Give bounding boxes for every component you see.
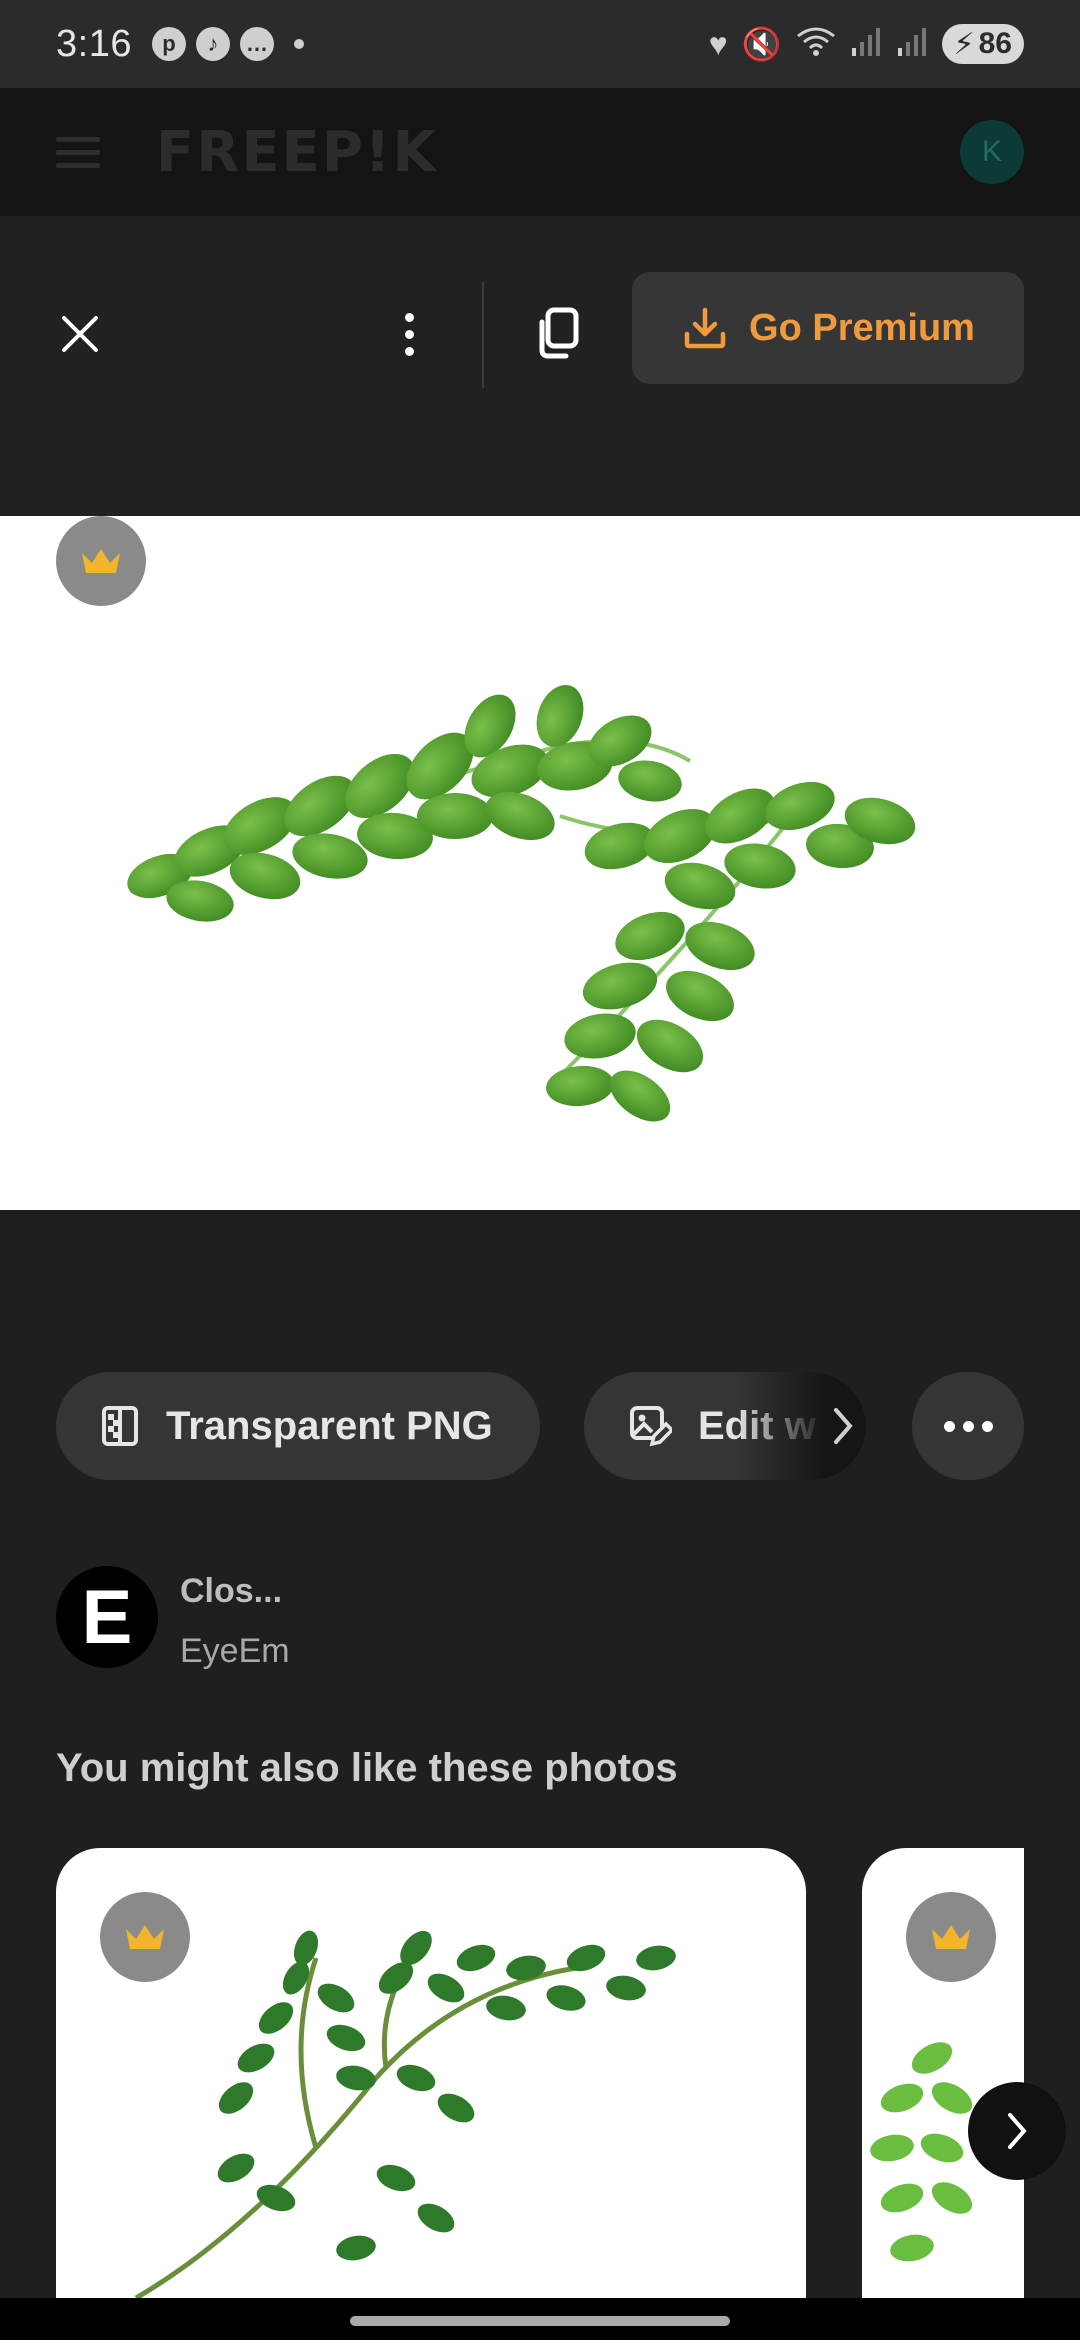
transparent-png-icon (102, 1406, 138, 1446)
crown-icon (932, 1925, 970, 1949)
main-photo[interactable] (0, 516, 1080, 1210)
chips-scroll-fade (736, 1372, 866, 1480)
status-bar: 3:16 p ♪ … ♥ 🔇 ⚡ 86 (0, 0, 1080, 88)
crown-icon (82, 549, 120, 573)
premium-badge (56, 516, 146, 606)
notification-icons: p ♪ … (151, 27, 304, 61)
chevron-right-icon[interactable] (830, 1406, 856, 1446)
chevron-right-icon (1008, 2113, 1027, 2149)
go-premium-button[interactable]: Go Premium (632, 272, 1024, 384)
related-photos-heading: You might also like these photos (56, 1746, 678, 1790)
close-button[interactable] (52, 306, 108, 362)
transparent-png-label: Transparent PNG (166, 1403, 493, 1448)
menu-icon[interactable] (56, 136, 100, 168)
mute-icon: 🔇 (741, 26, 782, 62)
author-name[interactable]: EyeEm (180, 1632, 290, 1671)
photo-title: Clos... (180, 1572, 283, 1610)
battery-indicator: ⚡ 86 (941, 24, 1024, 64)
crown-icon (126, 1925, 164, 1949)
user-avatar[interactable]: K (960, 120, 1024, 184)
download-icon (684, 307, 726, 349)
signal-icon (850, 26, 882, 63)
go-premium-label: Go Premium (749, 306, 975, 349)
freepik-logo[interactable]: FREEP!K (156, 120, 438, 185)
battery-level: 86 (978, 27, 1012, 60)
charging-icon: ⚡ (953, 27, 975, 61)
carousel-next-button[interactable] (968, 2082, 1066, 2180)
related-photo-card[interactable] (56, 1848, 806, 2298)
moringa-leaves-illustration (127, 685, 916, 1122)
premium-badge (100, 1892, 190, 1982)
more-options-button[interactable] (384, 302, 434, 366)
more-notifications-dot (293, 39, 304, 49)
system-icons: ♥ 🔇 ⚡ 86 (709, 24, 1024, 64)
tiktok-icon: ♪ (195, 27, 230, 61)
edit-image-icon (630, 1406, 672, 1447)
status-time: 3:16 (56, 22, 132, 65)
author-avatar[interactable]: E (56, 1566, 158, 1668)
close-icon (62, 316, 98, 352)
related-photo-card[interactable] (862, 1848, 1024, 2298)
more-actions-button[interactable] (912, 1372, 1024, 1480)
premium-badge (906, 1892, 996, 1982)
heart-icon: ♥ (708, 26, 728, 62)
copy-button[interactable] (530, 304, 586, 364)
copy-icon (539, 307, 579, 359)
transparent-png-chip[interactable]: Transparent PNG (56, 1372, 540, 1480)
pinterest-icon: p (151, 27, 186, 61)
signal-icon (896, 26, 928, 63)
wifi-icon (796, 26, 836, 63)
home-gesture-handle[interactable] (350, 2316, 730, 2326)
messenger-icon: … (239, 27, 274, 61)
modal-toolbar: Go Premium (0, 216, 1080, 516)
site-header: FREEP!K K (0, 88, 1080, 216)
toolbar-divider (482, 282, 484, 388)
edit-with-chip[interactable]: Edit w (584, 1372, 866, 1480)
